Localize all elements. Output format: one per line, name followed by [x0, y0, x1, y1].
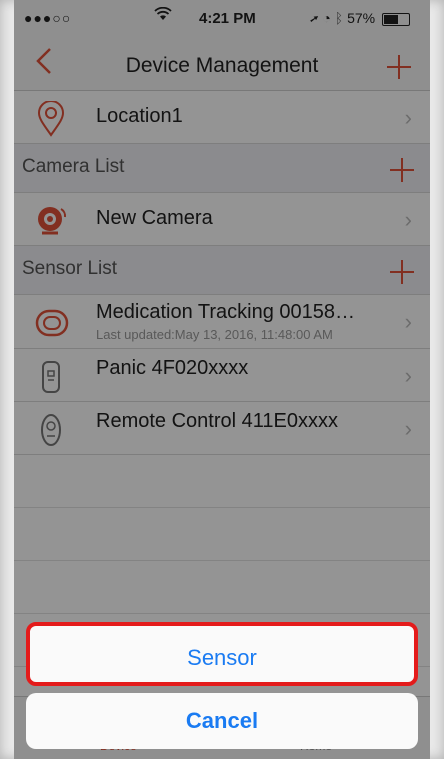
- sensor-button[interactable]: Sensor: [26, 622, 418, 686]
- phone-screen: ●●●○○ 4:21 PM ➚ ◔ ᛒ 57% Device Managemen…: [14, 0, 430, 759]
- screenshot-frame: ●●●○○ 4:21 PM ➚ ◔ ᛒ 57% Device Managemen…: [0, 0, 444, 759]
- cancel-button[interactable]: Cancel: [26, 693, 418, 749]
